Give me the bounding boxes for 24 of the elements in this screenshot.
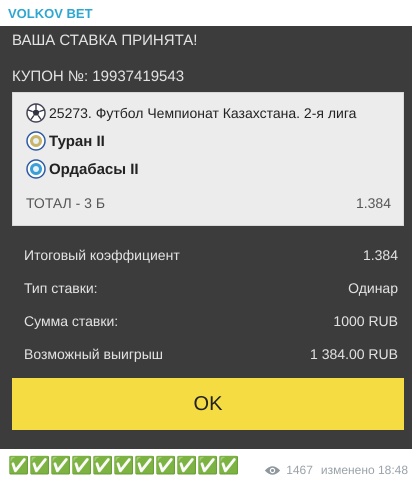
coupon-number: КУПОН №: 19937419543	[12, 67, 186, 87]
summary-value: Одинар	[348, 280, 398, 296]
summary-value: 1.384	[362, 246, 398, 262]
confirmation-title: ВАША СТАВКА ПРИНЯТА!	[12, 31, 198, 51]
channel-name: VOLKOV BET	[8, 6, 93, 20]
summary-value: 1 384.00 RUB	[310, 346, 398, 362]
view-count: 1467	[286, 463, 313, 477]
summary-value: 1000 RUB	[333, 312, 398, 328]
summary-label: Сумма ставки:	[24, 312, 118, 328]
market-label: ТОТАЛ - 3 Б	[26, 195, 106, 211]
message-text: ✅✅✅✅✅✅✅✅✅✅✅	[8, 456, 239, 476]
summary-label: Тип ставки:	[24, 280, 98, 296]
ok-button[interactable]: OK	[12, 378, 404, 430]
club-crest-icon	[26, 131, 46, 151]
edited-time: изменено 18:48	[320, 463, 408, 477]
eye-icon	[264, 464, 282, 476]
summary-label: Итоговый коэффициент	[24, 246, 180, 262]
team-name: Ордабасы II	[49, 160, 139, 178]
summary-label: Возможный выигрыш	[24, 346, 164, 362]
league-name: 25273. Футбол Чемпионат Казахстана. 2-я лига	[49, 105, 356, 121]
club-crest-icon	[26, 159, 46, 179]
team-name: Туран II	[49, 132, 105, 150]
soccer-ball-icon	[26, 103, 46, 123]
odds-value: 1.384	[356, 195, 391, 211]
